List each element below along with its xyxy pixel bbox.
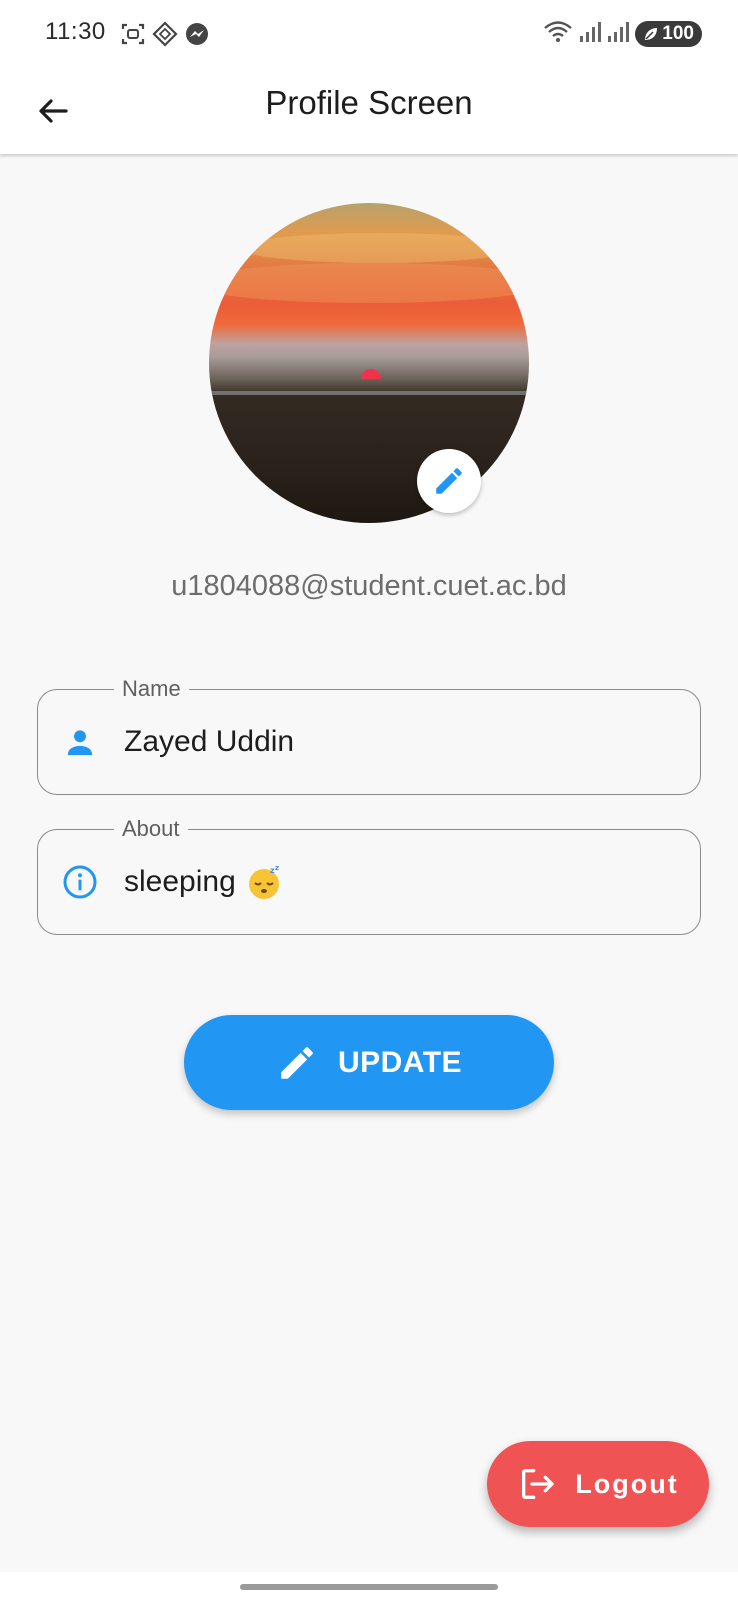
pencil-icon (436, 468, 462, 494)
about-field[interactable]: About sleeping z z (37, 814, 701, 935)
logout-label: Logout (575, 1468, 679, 1499)
avatar-horizon (209, 391, 529, 395)
about-field-label: About (114, 814, 188, 844)
status-icons-right: 100 (543, 20, 702, 48)
avatar-container (209, 203, 529, 523)
avatar-sun (361, 369, 381, 379)
status-icons-left (120, 20, 210, 48)
app-bar: Profile Screen (0, 70, 738, 154)
battery-level: 100 (662, 23, 694, 44)
messenger-icon (184, 21, 210, 47)
status-bar: 11:30 100 (0, 0, 738, 70)
logout-icon (522, 1469, 554, 1499)
dnd-diamond-icon (152, 21, 178, 47)
avatar[interactable] (209, 203, 529, 523)
logout-button[interactable]: Logout (487, 1441, 709, 1527)
avatar-cloud (209, 263, 529, 303)
about-value: sleeping (124, 865, 236, 898)
about-input[interactable]: sleeping z z (124, 863, 282, 901)
user-email: u1804088@student.cuet.ac.bd (171, 570, 567, 602)
name-field[interactable]: Name Zayed Uddin (37, 674, 701, 795)
leaf-icon (645, 28, 658, 40)
wifi-icon (543, 20, 573, 49)
person-icon (62, 724, 98, 760)
screenshot-icon (120, 21, 146, 47)
page-title: Profile Screen (265, 84, 473, 121)
avatar-cloud (239, 233, 519, 263)
name-value: Zayed Uddin (124, 725, 295, 758)
info-icon (62, 864, 98, 900)
svg-text:z: z (275, 864, 279, 872)
gesture-handle[interactable] (240, 1584, 498, 1590)
battery-icon: 100 (635, 21, 702, 47)
update-button[interactable]: UPDATE (184, 1015, 554, 1110)
edit-avatar-button[interactable] (417, 449, 481, 513)
signal-icon (579, 20, 602, 49)
signal-icon (607, 20, 630, 49)
pencil-icon (281, 1046, 313, 1079)
name-field-label: Name (114, 674, 189, 704)
status-time: 11:30 (45, 18, 106, 45)
update-label: UPDATE (337, 1045, 463, 1079)
sleeping-face-emoji: z z (246, 864, 282, 900)
name-input[interactable]: Zayed Uddin (124, 723, 294, 761)
